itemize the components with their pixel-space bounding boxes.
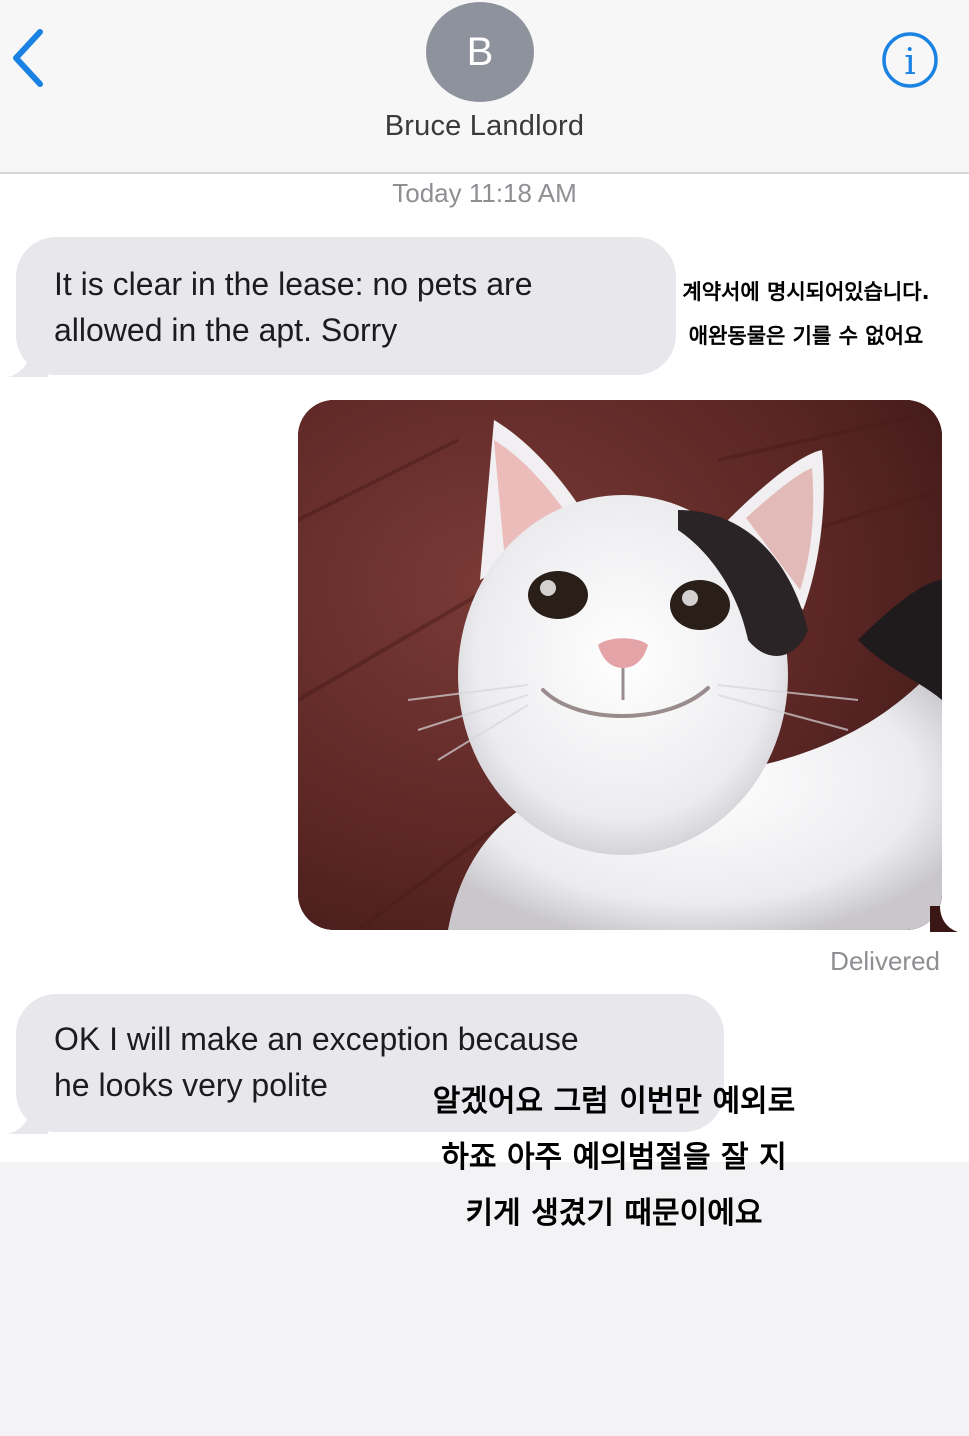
- back-button[interactable]: [8, 26, 52, 90]
- message-timestamp: Today 11:18 AM: [392, 178, 577, 208]
- caption-line: 키게 생겼기 때문이에요: [465, 1196, 763, 1231]
- message-text-line: OK I will make an exception because: [54, 1021, 579, 1057]
- svg-text:i: i: [904, 42, 916, 83]
- info-button[interactable]: i: [880, 30, 940, 90]
- caption-line: 알겠어요 그럼 이번만 예외로: [432, 1084, 796, 1119]
- bubble-tail: [8, 1104, 48, 1134]
- message-text-line: allowed in the apt. Sorry: [54, 312, 398, 348]
- chevron-left-icon: [13, 29, 43, 87]
- caption-line: 애완동물은 기를 수 없어요: [688, 324, 924, 348]
- translation-caption: 알겠어요 그럼 이번만 예외로 하죠 아주 예의범절을 잘 지 키게 생겼기 때…: [394, 1074, 834, 1242]
- bubble-tail: [8, 347, 48, 377]
- delivery-status: Delivered: [830, 946, 940, 976]
- bubble-tail: [930, 906, 958, 932]
- info-circle-icon: i: [882, 32, 938, 88]
- message-text-line: It is clear in the lease: no pets are: [54, 266, 533, 302]
- caption-line: 계약서에 명시되어있습니다.: [682, 280, 930, 304]
- cat-photo-message[interactable]: [298, 400, 942, 930]
- contact-name[interactable]: Bruce Landlord: [0, 110, 969, 143]
- translation-caption: 계약서에 명시되어있습니다. 애완동물은 기를 수 없어요: [645, 270, 967, 358]
- caption-line: 하죠 아주 예의범절을 잘 지: [441, 1140, 787, 1175]
- incoming-message-bubble[interactable]: It is clear in the lease: no pets are al…: [8, 237, 676, 377]
- conversation-header: B Bruce Landlord i: [0, 0, 969, 174]
- cat-photo: [298, 400, 942, 930]
- contact-avatar[interactable]: B: [426, 2, 534, 102]
